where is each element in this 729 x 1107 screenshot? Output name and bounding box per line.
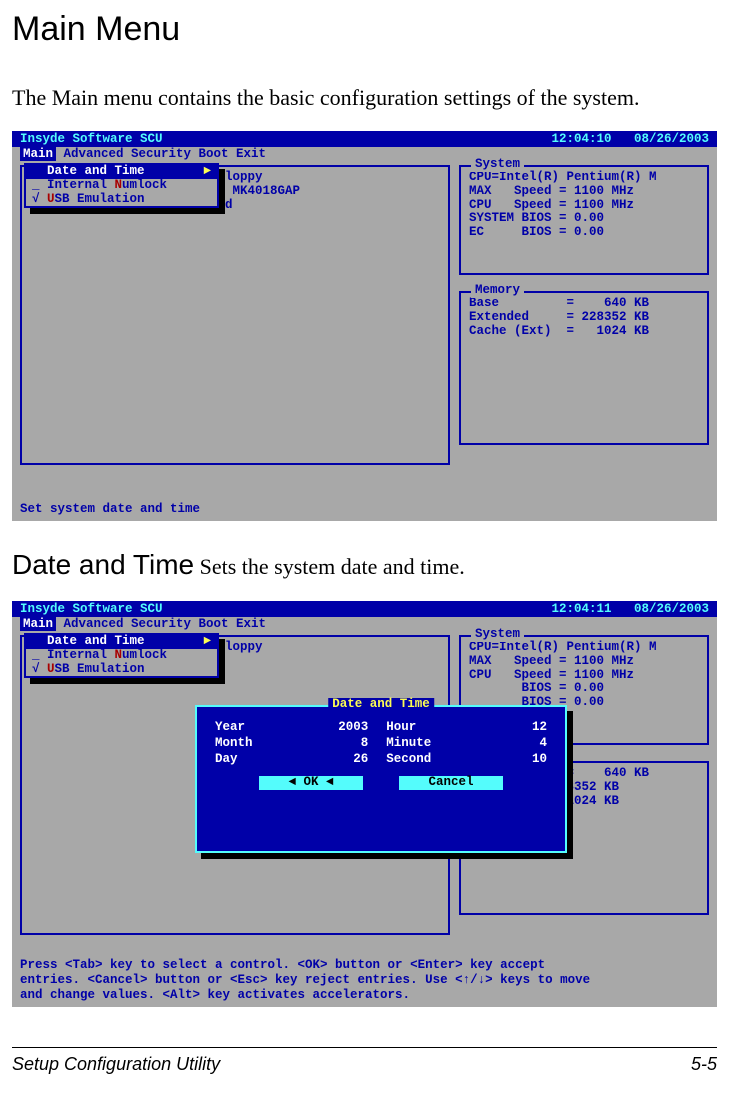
minute-label: Minute	[386, 737, 459, 751]
bios-title: Insyde Software SCU	[20, 603, 163, 615]
footer-left: Setup Configuration Utility	[12, 1054, 220, 1075]
ok-button[interactable]: OK	[259, 776, 363, 790]
section-desc-date-time: Sets the system date and time.	[194, 554, 465, 579]
bios-time: 12:04:11	[551, 602, 611, 616]
page-title: Main Menu	[12, 10, 717, 49]
menu-main[interactable]: Main	[20, 617, 56, 631]
bios-menubar[interactable]: Main Advanced Security Boot Exit	[12, 617, 717, 633]
main-dropdown[interactable]: Date and Time ► _ Internal Numlock √ USB…	[24, 163, 219, 208]
month-value[interactable]: 8	[298, 737, 368, 751]
bios-titlebar: Insyde Software SCU 12:04:11 08/26/2003	[12, 601, 717, 617]
system-legend: System	[471, 158, 524, 172]
bios-date: 08/26/2003	[634, 602, 709, 616]
system-box: System CPU=Intel(R) Pentium(R) M MAX Spe…	[459, 165, 709, 275]
intro-text: The Main menu contains the basic configu…	[12, 85, 717, 111]
year-value[interactable]: 2003	[298, 721, 368, 735]
hour-value[interactable]: 12	[477, 721, 547, 735]
date-time-dialog[interactable]: Date and Time Year 2003 Hour 12 Month 8 …	[195, 705, 567, 853]
system-content: CPU=Intel(R) Pentium(R) M MAX Speed = 11…	[461, 167, 707, 244]
memory-content: Base = 640 KB Extended = 228352 KB Cache…	[461, 293, 707, 342]
system-legend: System	[471, 628, 524, 642]
dropdown-item-date-time[interactable]: Date and Time ►	[26, 635, 217, 649]
dropdown-item-numlock[interactable]: _ Internal Numlock	[26, 179, 217, 193]
main-dropdown[interactable]: Date and Time ► _ Internal Numlock √ USB…	[24, 633, 219, 678]
bios-title: Insyde Software SCU	[20, 133, 163, 145]
dialog-title: Date and Time	[328, 698, 434, 712]
bios-titlebar: Insyde Software SCU 12:04:10 08/26/2003	[12, 131, 717, 147]
dropdown-item-usb-emulation[interactable]: √ USB Emulation	[26, 193, 217, 207]
memory-legend: Memory	[471, 284, 524, 298]
memory-box: Memory Base = 640 KB Extended = 228352 K…	[459, 291, 709, 445]
section-title-date-time: Date and Time	[12, 549, 194, 580]
bios-help: Set system date and time	[20, 502, 709, 517]
day-label: Day	[215, 753, 280, 767]
day-value[interactable]: 26	[298, 753, 368, 767]
bios-time: 12:04:10	[551, 132, 611, 146]
bios-date: 08/26/2003	[634, 132, 709, 146]
chevron-right-icon: ►	[203, 165, 211, 179]
chevron-right-icon: ►	[203, 635, 211, 649]
dropdown-item-usb-emulation[interactable]: √ USB Emulation	[26, 663, 217, 677]
footer-right: 5-5	[691, 1054, 717, 1075]
second-value[interactable]: 10	[477, 753, 547, 767]
menu-rest[interactable]: Advanced Security Boot Exit	[56, 147, 266, 161]
bios-help: Press <Tab> key to select a control. <OK…	[20, 958, 709, 1003]
bios-screenshot-2: Insyde Software SCU 12:04:11 08/26/2003 …	[12, 601, 717, 1007]
month-label: Month	[215, 737, 280, 751]
dropdown-item-date-time[interactable]: Date and Time ►	[26, 165, 217, 179]
main-settings-box: B Floppy IDE Primary = TOSHIBA MK4018GAP…	[20, 165, 450, 465]
second-label: Second	[386, 753, 459, 767]
year-label: Year	[215, 721, 280, 735]
dropdown-item-numlock[interactable]: _ Internal Numlock	[26, 649, 217, 663]
cancel-button[interactable]: Cancel	[399, 776, 503, 790]
minute-value[interactable]: 4	[477, 737, 547, 751]
menu-main[interactable]: Main	[20, 147, 56, 161]
bios-screenshot-1: Insyde Software SCU 12:04:10 08/26/2003 …	[12, 131, 717, 521]
page-footer: Setup Configuration Utility 5-5	[12, 1047, 717, 1075]
system-content: CPU=Intel(R) Pentium(R) M MAX Speed = 11…	[461, 637, 707, 714]
bios-menubar[interactable]: Main Advanced Security Boot Exit	[12, 147, 717, 163]
menu-rest[interactable]: Advanced Security Boot Exit	[56, 617, 266, 631]
hour-label: Hour	[386, 721, 459, 735]
